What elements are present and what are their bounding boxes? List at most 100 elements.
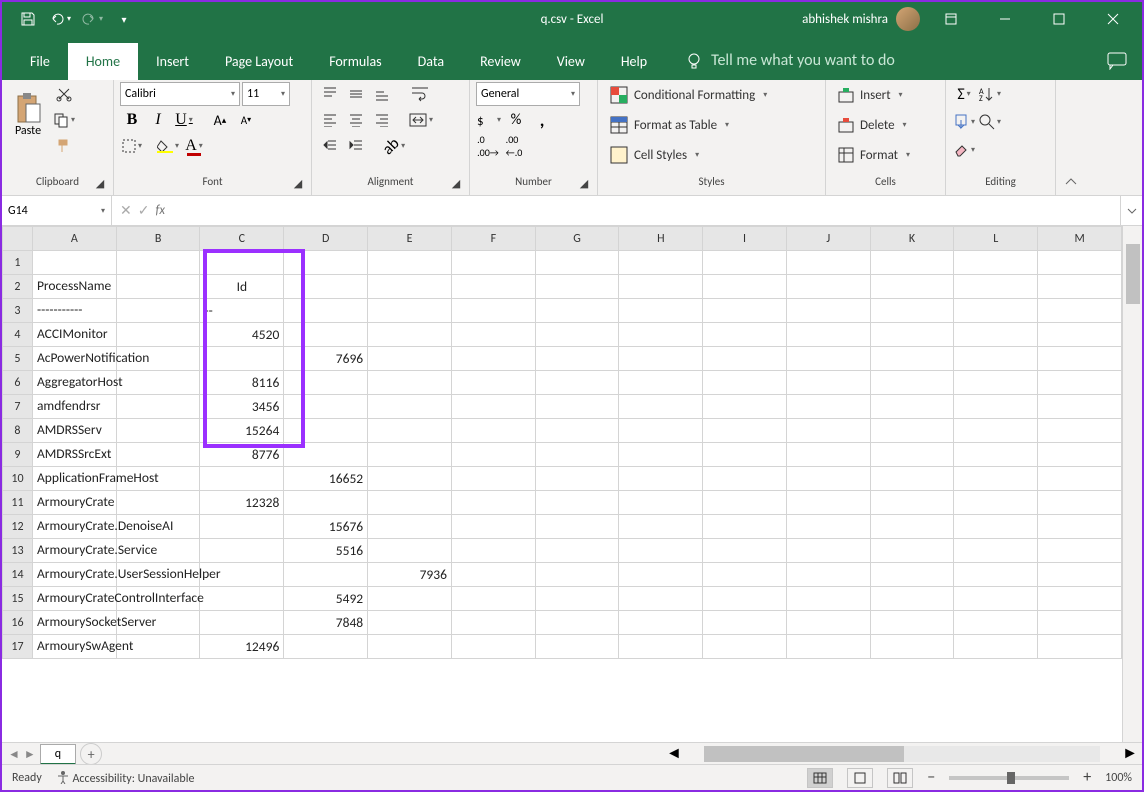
cell-G13[interactable] xyxy=(535,539,619,563)
cell-J11[interactable] xyxy=(786,491,870,515)
cell-E8[interactable] xyxy=(368,419,452,443)
sort-filter-button[interactable]: AZ▾ xyxy=(978,82,1002,106)
cell-H13[interactable] xyxy=(619,539,703,563)
cell-D1[interactable] xyxy=(284,251,368,275)
cell-D4[interactable] xyxy=(284,323,368,347)
col-header-J[interactable]: J xyxy=(786,227,870,251)
cell-I14[interactable] xyxy=(703,563,787,587)
row-header-7[interactable]: 7 xyxy=(3,395,33,419)
cell-K16[interactable] xyxy=(870,611,954,635)
cell-G16[interactable] xyxy=(535,611,619,635)
cell-J15[interactable] xyxy=(786,587,870,611)
cell-M16[interactable] xyxy=(1038,611,1122,635)
cell-E4[interactable] xyxy=(368,323,452,347)
cell-A2[interactable]: ProcessName xyxy=(32,275,116,299)
cell-D16[interactable]: 7848 xyxy=(284,611,368,635)
cell-K3[interactable] xyxy=(870,299,954,323)
cell-B4[interactable] xyxy=(116,323,200,347)
cell-M11[interactable] xyxy=(1038,491,1122,515)
font-size-combo[interactable]: 11▾ xyxy=(242,82,290,106)
cell-C17[interactable]: 12496 xyxy=(200,635,284,659)
cell-A17[interactable]: ArmourySwAgent xyxy=(32,635,116,659)
accounting-format-button[interactable]: $▾ xyxy=(476,108,502,132)
cell-D17[interactable] xyxy=(284,635,368,659)
cell-F16[interactable] xyxy=(451,611,535,635)
cell-M3[interactable] xyxy=(1038,299,1122,323)
font-launcher[interactable]: ◢ xyxy=(291,177,305,191)
hscroll-thumb[interactable] xyxy=(704,746,904,762)
row-header-14[interactable]: 14 xyxy=(3,563,33,587)
tab-insert[interactable]: Insert xyxy=(138,43,207,80)
delete-cells-button[interactable]: Delete▾ xyxy=(832,112,913,138)
cell-J10[interactable] xyxy=(786,467,870,491)
cell-I5[interactable] xyxy=(703,347,787,371)
cell-G11[interactable] xyxy=(535,491,619,515)
number-launcher[interactable]: ◢ xyxy=(577,177,591,191)
row-header-9[interactable]: 9 xyxy=(3,443,33,467)
normal-view-button[interactable] xyxy=(807,768,833,788)
comma-button[interactable]: , xyxy=(530,108,554,132)
cell-C8[interactable]: 15264 xyxy=(200,419,284,443)
tab-help[interactable]: Help xyxy=(603,43,665,80)
cell-M8[interactable] xyxy=(1038,419,1122,443)
cell-G2[interactable] xyxy=(535,275,619,299)
zoom-slider[interactable] xyxy=(949,776,1069,780)
cell-H2[interactable] xyxy=(619,275,703,299)
cell-J3[interactable] xyxy=(786,299,870,323)
cell-L14[interactable] xyxy=(954,563,1038,587)
cell-L1[interactable] xyxy=(954,251,1038,275)
cell-E12[interactable] xyxy=(368,515,452,539)
cell-B8[interactable] xyxy=(116,419,200,443)
cell-A3[interactable]: ----------- xyxy=(32,299,116,323)
cell-E7[interactable] xyxy=(368,395,452,419)
cell-K14[interactable] xyxy=(870,563,954,587)
cell-I2[interactable] xyxy=(703,275,787,299)
row-header-2[interactable]: 2 xyxy=(3,275,33,299)
cell-D10[interactable]: 16652 xyxy=(284,467,368,491)
cell-A6[interactable]: AggregatorHost xyxy=(32,371,116,395)
row-header-16[interactable]: 16 xyxy=(3,611,33,635)
cell-K9[interactable] xyxy=(870,443,954,467)
name-box[interactable]: G14▾ xyxy=(2,196,112,225)
percent-button[interactable]: % xyxy=(504,108,528,132)
select-all-corner[interactable] xyxy=(3,227,33,251)
cell-L3[interactable] xyxy=(954,299,1038,323)
row-header-5[interactable]: 5 xyxy=(3,347,33,371)
cell-H12[interactable] xyxy=(619,515,703,539)
find-select-button[interactable]: ▾ xyxy=(978,110,1002,134)
hscroll-right-button[interactable]: ► xyxy=(1118,744,1142,763)
user-avatar[interactable] xyxy=(896,7,920,31)
accessibility-status[interactable]: Accessibility: Unavailable xyxy=(56,770,195,786)
cell-G4[interactable] xyxy=(535,323,619,347)
cell-D11[interactable] xyxy=(284,491,368,515)
increase-indent-button[interactable] xyxy=(344,134,368,158)
cell-F14[interactable] xyxy=(451,563,535,587)
comments-button[interactable] xyxy=(1092,42,1142,80)
grid-wrap[interactable]: ABCDEFGHIJKLM12ProcessNameId3-----------… xyxy=(2,226,1122,742)
cell-A12[interactable]: ArmouryCrate.DenoiseAI xyxy=(32,515,116,539)
cell-D5[interactable]: 7696 xyxy=(284,347,368,371)
cell-L2[interactable] xyxy=(954,275,1038,299)
row-header-17[interactable]: 17 xyxy=(3,635,33,659)
cell-I12[interactable] xyxy=(703,515,787,539)
zoom-out-button[interactable]: − xyxy=(927,768,935,787)
cell-M15[interactable] xyxy=(1038,587,1122,611)
cell-D14[interactable] xyxy=(284,563,368,587)
cell-I15[interactable] xyxy=(703,587,787,611)
expand-formula-bar-button[interactable] xyxy=(1120,196,1142,225)
cell-L4[interactable] xyxy=(954,323,1038,347)
cell-A14[interactable]: ArmouryCrate.UserSessionHelper xyxy=(32,563,116,587)
cell-C2[interactable]: Id xyxy=(200,275,284,299)
row-header-12[interactable]: 12 xyxy=(3,515,33,539)
cell-I6[interactable] xyxy=(703,371,787,395)
collapse-ribbon-button[interactable] xyxy=(1056,80,1086,195)
cell-K11[interactable] xyxy=(870,491,954,515)
cell-F1[interactable] xyxy=(451,251,535,275)
hscroll-left-button[interactable]: ◄ xyxy=(662,744,686,763)
cell-J7[interactable] xyxy=(786,395,870,419)
horizontal-scrollbar[interactable]: ◄ ► xyxy=(662,743,1142,764)
cell-H11[interactable] xyxy=(619,491,703,515)
cell-E9[interactable] xyxy=(368,443,452,467)
align-top-button[interactable] xyxy=(318,82,342,106)
zoom-level[interactable]: 100% xyxy=(1105,771,1132,785)
